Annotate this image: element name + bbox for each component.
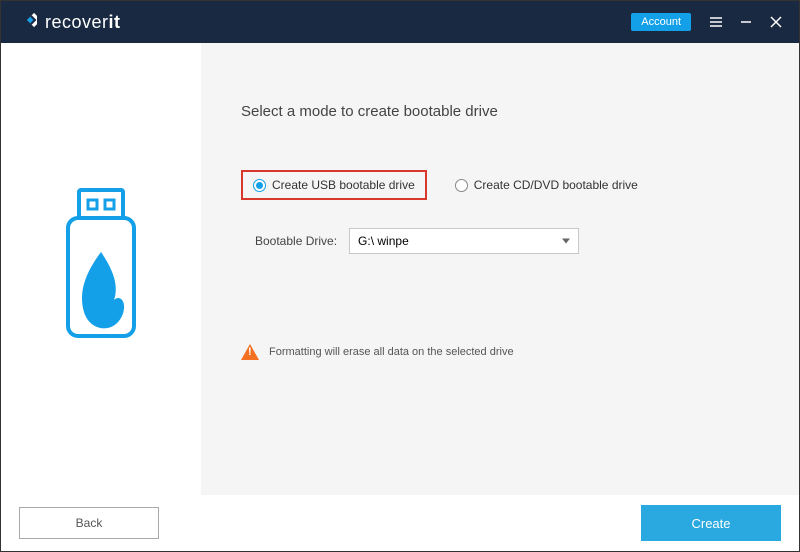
right-panel: Select a mode to create bootable drive C… — [201, 43, 799, 495]
close-icon[interactable] — [761, 7, 791, 37]
recoverit-logo-icon — [17, 10, 37, 35]
drive-label: Bootable Drive: — [255, 234, 337, 248]
hamburger-icon[interactable] — [701, 7, 731, 37]
usb-flame-illustration — [46, 182, 156, 357]
radio-label: Create CD/DVD bootable drive — [474, 178, 638, 192]
radio-label: Create USB bootable drive — [272, 178, 415, 192]
radio-icon — [455, 179, 468, 192]
warning-text: Formatting will erase all data on the se… — [269, 346, 514, 358]
mode-selection-row: Create USB bootable drive Create CD/DVD … — [241, 170, 759, 200]
radio-option-cddvd[interactable]: Create CD/DVD bootable drive — [455, 178, 638, 192]
brand-name: recoverit — [45, 12, 121, 33]
selected-drive-value: G:\ winpe — [358, 234, 409, 248]
account-button[interactable]: Account — [631, 13, 691, 31]
page-title: Select a mode to create bootable drive — [241, 103, 759, 120]
left-panel — [1, 43, 201, 495]
footer: Back Create — [1, 495, 799, 551]
app-window: recoverit Account S — [1, 1, 799, 551]
minimize-icon[interactable] — [731, 7, 761, 37]
bootable-drive-select[interactable]: G:\ winpe — [349, 228, 579, 254]
warning-row: Formatting will erase all data on the se… — [241, 344, 759, 360]
drive-row: Bootable Drive: G:\ winpe — [255, 228, 759, 254]
content-area: Select a mode to create bootable drive C… — [1, 43, 799, 495]
warning-triangle-icon — [241, 344, 259, 360]
create-button[interactable]: Create — [641, 505, 781, 541]
titlebar: recoverit Account — [1, 1, 799, 43]
brand: recoverit — [17, 10, 121, 35]
back-button[interactable]: Back — [19, 507, 159, 539]
radio-icon — [253, 179, 266, 192]
radio-option-usb[interactable]: Create USB bootable drive — [241, 170, 427, 200]
